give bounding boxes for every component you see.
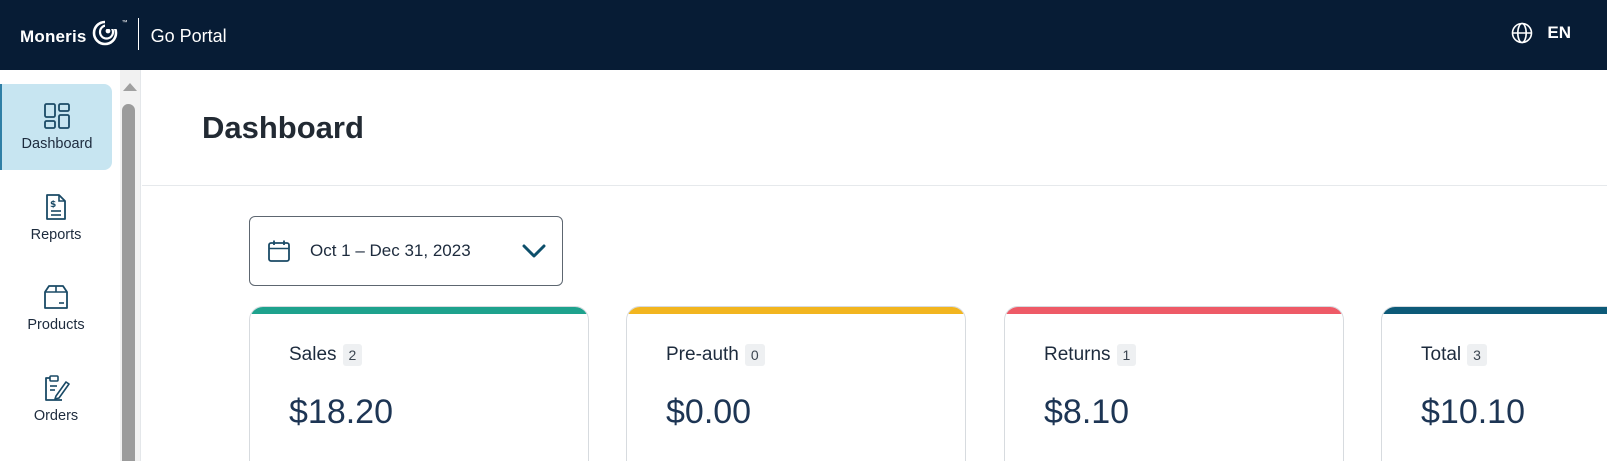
product-box-icon <box>44 285 68 309</box>
page-header: Dashboard <box>142 70 1607 186</box>
language-code: EN <box>1547 23 1571 42</box>
card-amount: $0.00 <box>666 393 752 431</box>
chevron-down-icon <box>522 244 546 258</box>
moneris-swirl-icon <box>92 20 117 46</box>
card-count-badge: 3 <box>1467 344 1487 366</box>
brand-name: Moneris <box>20 27 87 46</box>
card-accent-bar <box>1382 307 1607 314</box>
date-range-dropdown[interactable]: Oct 1 – Dec 31, 2023 <box>249 216 563 286</box>
card-accent-bar <box>1005 307 1343 314</box>
card-amount: $10.10 <box>1421 393 1525 431</box>
card-label: Total <box>1421 344 1462 365</box>
globe-icon <box>1512 22 1533 44</box>
sidebar-item-label: Dashboard <box>21 136 93 152</box>
dashboard-icon <box>44 103 70 129</box>
card-count-badge: 0 <box>744 344 765 366</box>
card-accent-bar <box>627 307 965 314</box>
scrollbar-thumb[interactable] <box>122 104 135 461</box>
page-title: Dashboard <box>202 110 364 145</box>
portal-name: Go Portal <box>150 25 227 46</box>
card-label-row: Sales 2 <box>289 344 363 366</box>
sidebar-item-reports[interactable]: $ Reports <box>0 175 112 261</box>
card-amount: $8.10 <box>1044 393 1130 431</box>
brand-divider <box>137 18 139 50</box>
sidebar-item-label: Products <box>27 317 85 333</box>
scroll-up-arrow-icon[interactable] <box>123 83 137 91</box>
svg-text:$: $ <box>50 200 56 210</box>
report-document-icon: $ <box>46 194 66 220</box>
sidebar-item-label: Reports <box>30 227 82 243</box>
pre-auth-summary-card[interactable]: Pre-auth 0 $0.00 <box>626 306 966 461</box>
trademark-symbol: ™ <box>121 20 128 26</box>
calendar-icon <box>268 240 290 262</box>
returns-summary-card[interactable]: Returns 1 $8.10 <box>1004 306 1344 461</box>
orders-clipboard-icon <box>45 375 70 401</box>
card-count-badge: 2 <box>342 344 363 366</box>
brand-logo[interactable]: Moneris ™ Go Portal <box>20 16 227 52</box>
card-amount: $18.20 <box>289 393 393 431</box>
card-label-row: Pre-auth 0 <box>666 344 765 366</box>
card-label: Returns <box>1044 344 1111 365</box>
total-summary-card[interactable]: Total 3 $10.10 <box>1381 306 1607 461</box>
card-label: Pre-auth <box>666 344 739 365</box>
sidebar-scrollbar[interactable] <box>120 70 141 461</box>
card-accent-bar <box>250 307 588 314</box>
sidebar-item-products[interactable]: Products <box>0 265 112 351</box>
sales-summary-card[interactable]: Sales 2 $18.20 <box>249 306 589 461</box>
top-bar: Moneris ™ Go Portal EN <box>0 0 1607 70</box>
card-label-row: Total 3 <box>1421 344 1487 366</box>
card-count-badge: 1 <box>1116 344 1137 366</box>
date-range-value: Oct 1 – Dec 31, 2023 <box>310 241 471 260</box>
card-label: Sales <box>289 344 337 365</box>
sidebar-item-orders[interactable]: Orders <box>0 356 112 442</box>
sidebar-item-label: Orders <box>33 408 79 424</box>
sidebar: Dashboard $ Reports Products Orders <box>0 70 120 461</box>
card-label-row: Returns 1 <box>1044 344 1137 366</box>
sidebar-item-dashboard[interactable]: Dashboard <box>0 84 112 170</box>
language-selector[interactable]: EN <box>1511 22 1571 44</box>
